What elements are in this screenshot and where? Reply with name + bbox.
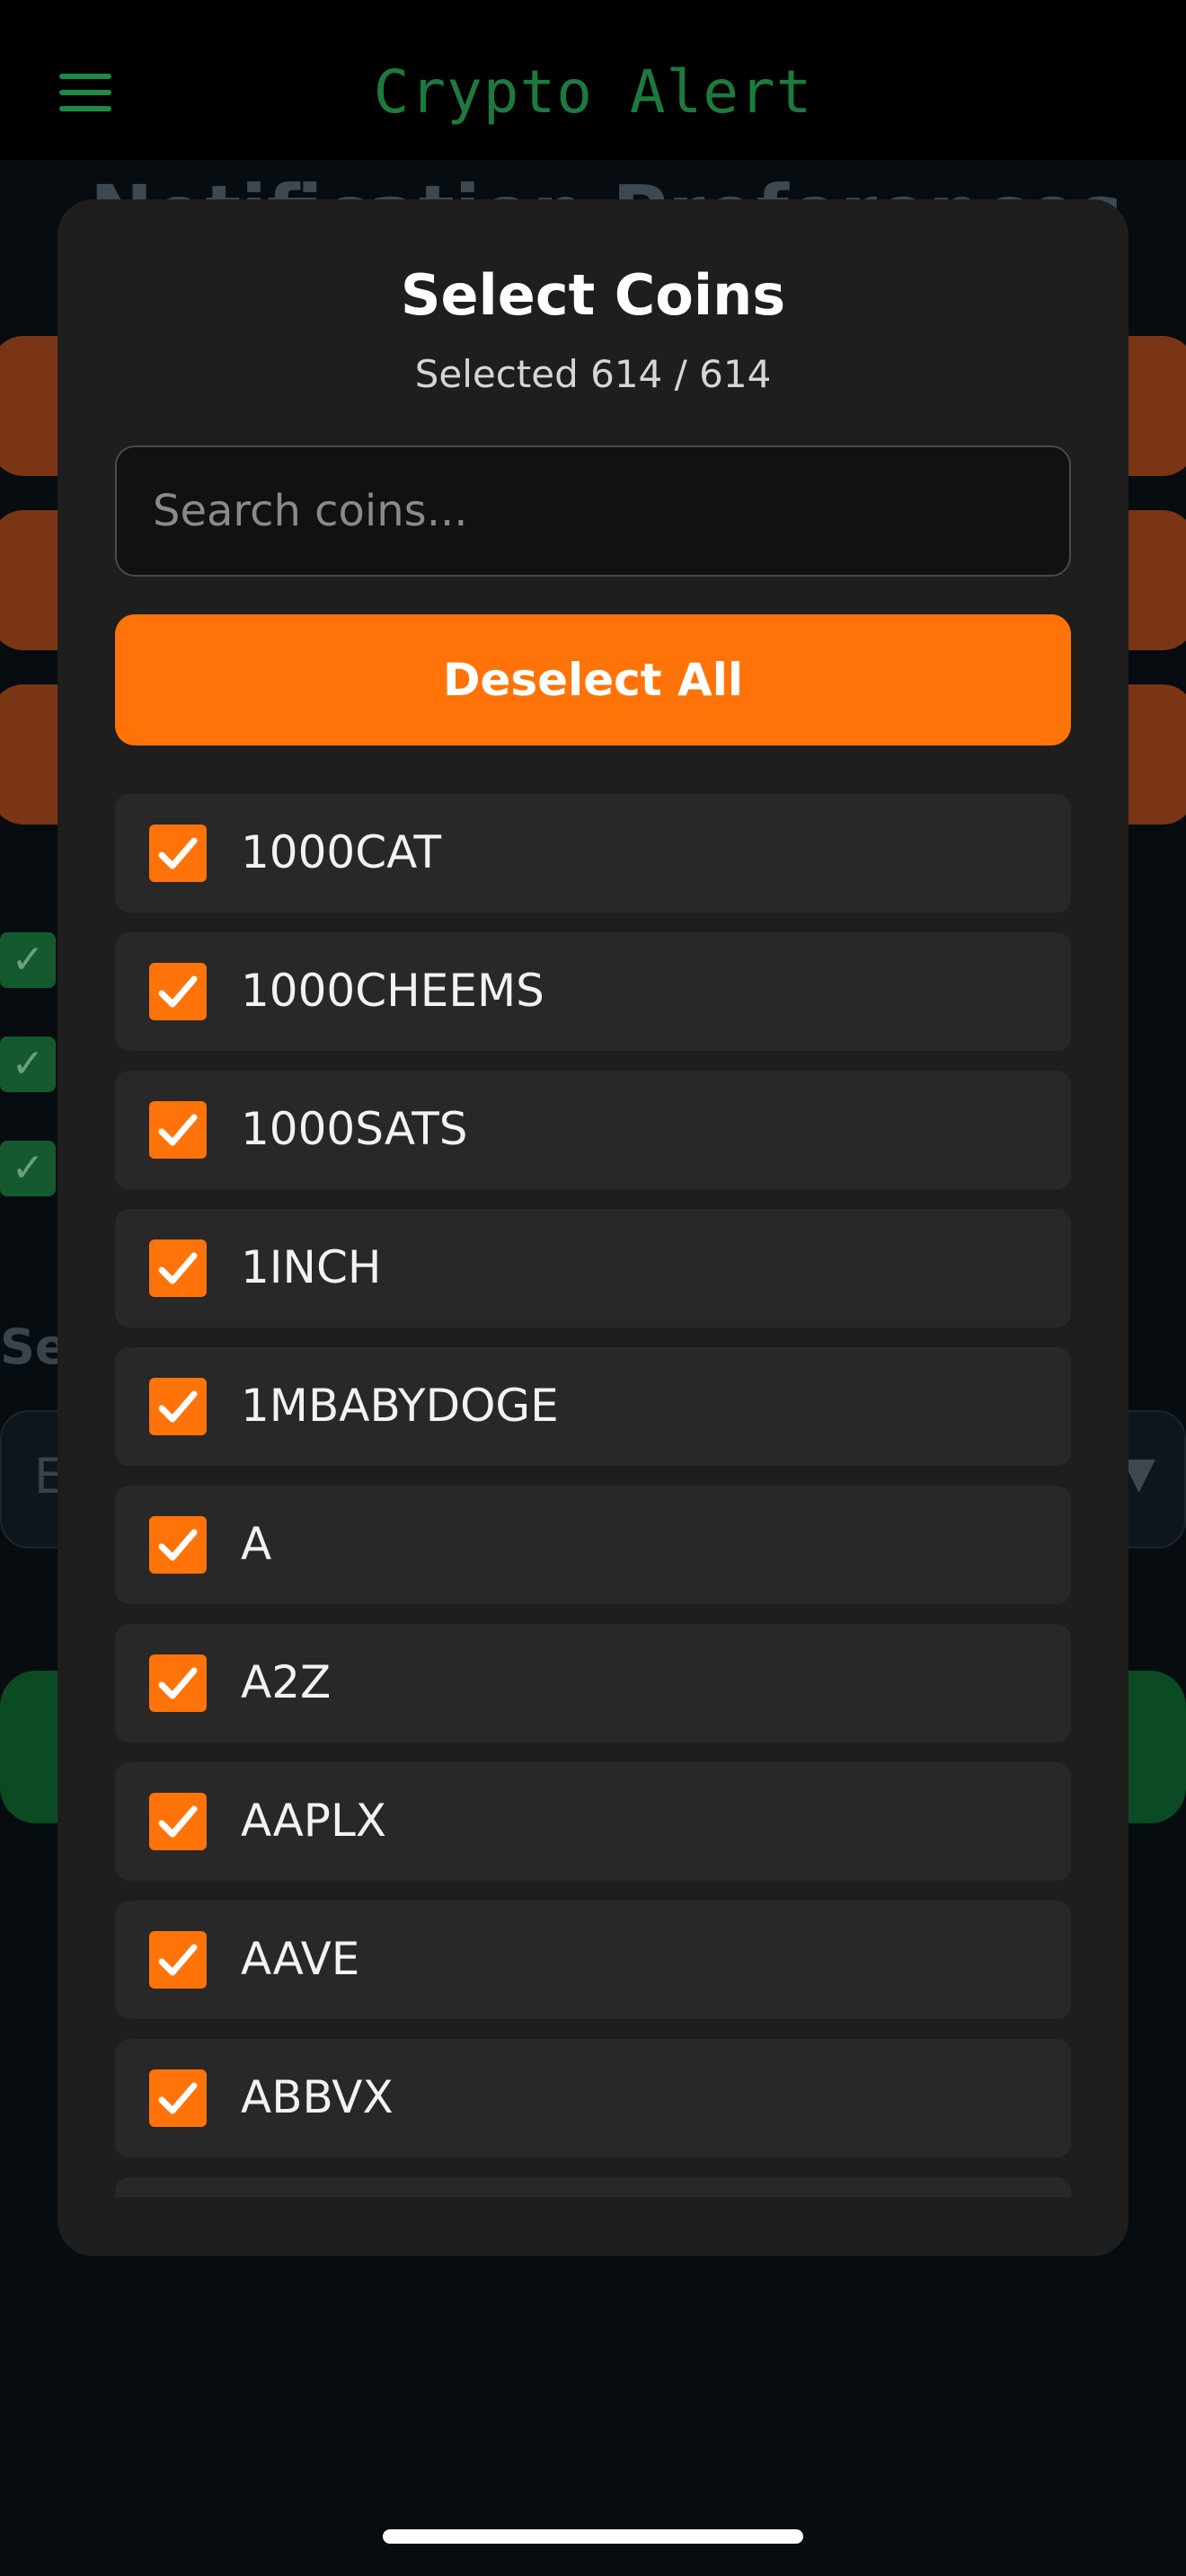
top-bar: Crypto Alert [0,0,1186,160]
checkbox-checked-icon[interactable] [149,1239,207,1297]
coin-item[interactable]: 1000SATS [115,1071,1071,1189]
checkbox-checked-icon[interactable] [149,1378,207,1435]
coin-name: 1INCH [241,1241,382,1293]
checkbox-checked-icon[interactable] [149,1101,207,1159]
coin-name: 1000CAT [241,826,442,878]
coin-item[interactable]: 1000CAT [115,794,1071,913]
checkbox-checked-icon[interactable] [149,2069,207,2127]
select-coins-modal: Select Coins Selected 614 / 614 Deselect… [58,199,1128,2256]
coin-item[interactable]: 1000CHEEMS [115,932,1071,1051]
background-checkbox: ✓ [0,932,56,988]
screen: Crypto Alert Notification Preferences ✓ … [0,0,1186,2576]
coin-item[interactable]: A [115,1486,1071,1604]
coin-name: ABBVX [241,2071,394,2123]
checkbox-checked-icon[interactable] [149,1931,207,1989]
coin-item[interactable]: A2Z [115,1624,1071,1742]
home-indicator[interactable] [383,2529,803,2544]
coin-item[interactable]: AAVE [115,1901,1071,2019]
coin-item[interactable]: 1INCH [115,1209,1071,1328]
search-coins-input[interactable] [115,446,1071,577]
app-title: Crypto Alert [373,57,813,127]
modal-title: Select Coins [400,262,786,328]
checkbox-checked-icon[interactable] [149,963,207,1020]
coin-list[interactable]: 1000CAT 1000CHEEMS 1000SATS 1INCH 1MBABY… [58,794,1128,2197]
coin-name: AAPLX [241,1795,387,1847]
checkbox-checked-icon[interactable] [149,1793,207,1850]
background-checkbox: ✓ [0,1141,56,1196]
coin-item[interactable]: 1MBABYDOGE [115,1347,1071,1466]
checkbox-checked-icon[interactable] [149,825,207,882]
coin-name: AAVE [241,1933,360,1985]
checkbox-checked-icon[interactable] [149,1654,207,1712]
coin-item[interactable]: ABBVX [115,2039,1071,2157]
deselect-all-button[interactable]: Deselect All [115,614,1071,745]
background-checkbox: ✓ [0,1037,56,1092]
coin-name: A [241,1518,272,1570]
selected-count: Selected 614 / 614 [414,352,772,396]
coin-name: 1000SATS [241,1103,468,1155]
checkbox-checked-icon[interactable] [149,1516,207,1574]
coin-name: 1MBABYDOGE [241,1380,559,1432]
coin-name: 1000CHEEMS [241,965,544,1017]
coin-item[interactable]: AAPLX [115,1762,1071,1881]
coin-name: A2Z [241,1656,332,1708]
coin-item-partial[interactable] [115,2177,1071,2197]
